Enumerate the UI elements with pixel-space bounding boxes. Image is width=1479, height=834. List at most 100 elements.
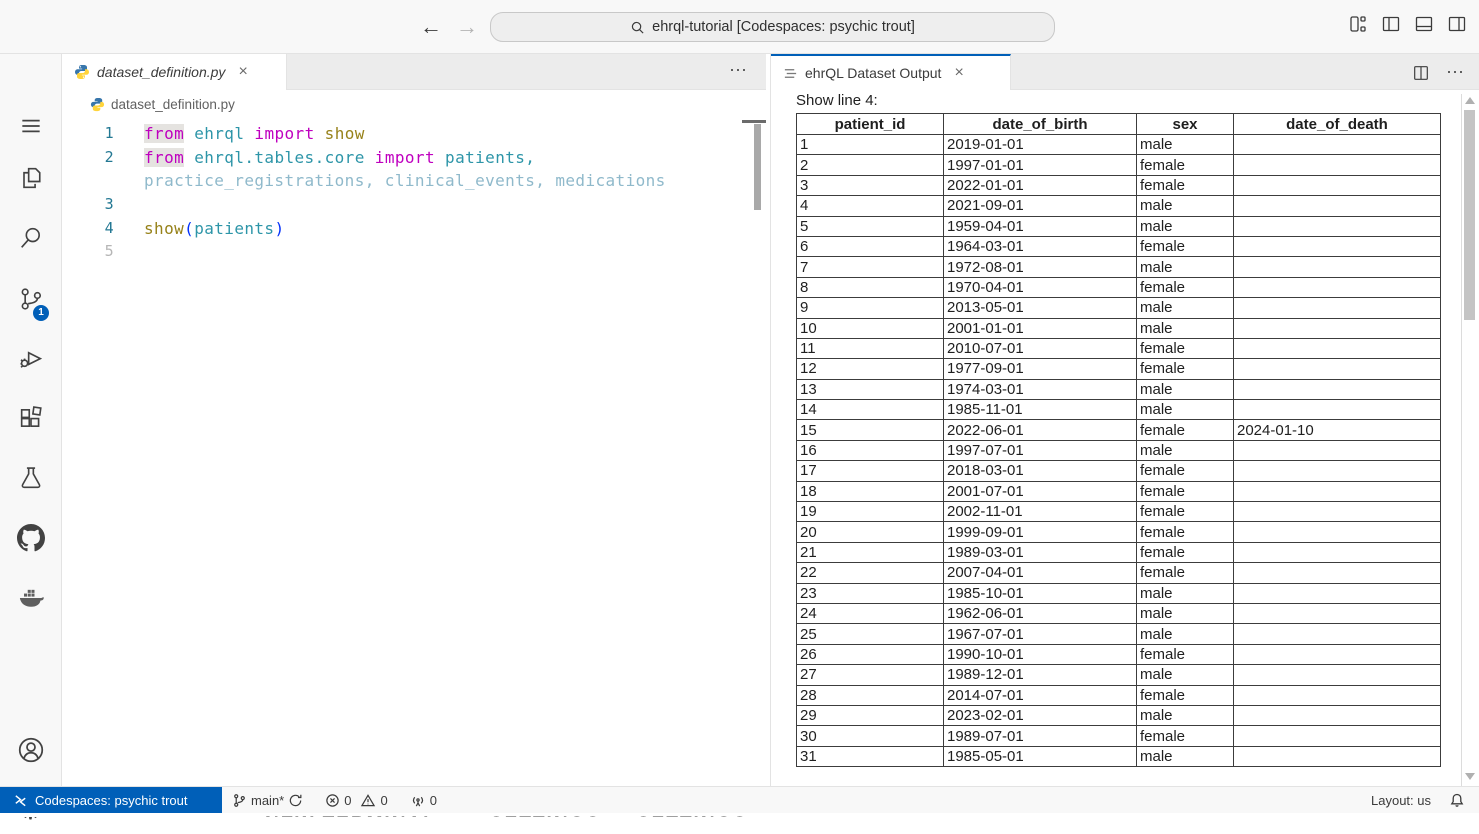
table-cell: female [1137,155,1234,175]
table-cell [1234,685,1441,705]
sidebar-item-github[interactable] [0,514,61,562]
bell-icon[interactable] [1449,792,1465,808]
customize-layout-icon[interactable] [1348,14,1368,34]
code-token: ehrql.tables.core [194,148,365,167]
table-cell: 3 [797,175,944,195]
status-bar: Codespaces: psychic trout main* 0 0 0 La… [0,786,1479,813]
show-line-label: Show line 4: [796,92,1479,111]
table-cell: 1989-03-01 [944,542,1137,562]
sidebar-item-testing[interactable] [0,454,61,502]
table-cell: 2022-01-01 [944,175,1137,195]
output-scrollbar[interactable] [1461,94,1475,786]
output-scrollbar-thumb[interactable] [1464,110,1475,320]
table-cell: 1962-06-01 [944,603,1137,623]
ports-status-item[interactable]: 0 [410,793,437,808]
table-row: 282014-07-01female [797,685,1441,705]
table-cell: male [1137,379,1234,399]
split-editor-icon[interactable] [1412,64,1430,82]
scroll-down-arrow-icon[interactable] [1465,773,1475,780]
close-tab-icon[interactable]: × [238,63,247,81]
table-cell: 5 [797,216,944,236]
table-cell: male [1137,440,1234,460]
table-cell [1234,175,1441,195]
table-cell: 2018-03-01 [944,461,1137,481]
table-row: 251967-07-01male [797,624,1441,644]
editor-more-actions-icon[interactable]: ⋯ [729,60,748,81]
table-cell: male [1137,257,1234,277]
code-editor[interactable]: 1from ehrql import show2from ehrql.table… [62,118,766,786]
tab-label: ehrQL Dataset Output [805,65,941,81]
table-cell: female [1137,685,1234,705]
toggle-secondary-sidebar-icon[interactable] [1447,14,1467,34]
table-cell: male [1137,196,1234,216]
account-button[interactable] [0,726,61,774]
extensions-icon [17,404,45,432]
table-row: 61964-03-01female [797,236,1441,256]
code-token [365,148,375,167]
branch-label: main* [251,793,284,808]
table-cell: 26 [797,644,944,664]
column-header: date_of_death [1234,114,1441,135]
toggle-primary-sidebar-icon[interactable] [1381,14,1401,34]
table-cell [1234,583,1441,603]
table-cell: 23 [797,583,944,603]
table-cell: 27 [797,665,944,685]
sidebar-item-run-debug[interactable] [0,334,61,382]
table-row: 32022-01-01female [797,175,1441,195]
table-cell: male [1137,318,1234,338]
breadcrumb-item: dataset_definition.py [111,97,235,112]
table-cell: female [1137,502,1234,522]
sidebar-item-explorer[interactable] [0,154,61,202]
account-icon [16,735,46,765]
table-cell [1234,665,1441,685]
problems-status-item[interactable]: 0 0 [325,793,387,808]
table-cell: 1985-10-01 [944,583,1137,603]
command-center[interactable]: ehrql-tutorial [Codespaces: psychic trou… [490,12,1055,42]
table-cell: male [1137,705,1234,725]
menu-button[interactable] [0,102,61,150]
table-cell: 1985-05-01 [944,746,1137,766]
line-number: 1 [62,122,114,146]
code-token: patients, [445,148,535,167]
table-cell: 1964-03-01 [944,236,1137,256]
search-icon [630,20,645,35]
table-row: 42021-09-01male [797,196,1441,216]
table-cell [1234,338,1441,358]
table-row: 81970-04-01female [797,277,1441,297]
sync-icon[interactable] [288,793,303,808]
back-arrow-button[interactable]: ← [420,14,442,40]
table-cell: 2010-07-01 [944,338,1137,358]
sidebar-item-source-control[interactable]: 1 [0,275,61,323]
sidebar-item-extensions[interactable] [0,394,61,442]
output-more-actions-icon[interactable]: ⋯ [1446,62,1465,83]
table-cell [1234,359,1441,379]
table-row: 131974-03-01male [797,379,1441,399]
table-cell: 1999-09-01 [944,522,1137,542]
remote-indicator[interactable]: Codespaces: psychic trout [0,787,222,813]
keyboard-layout-item[interactable]: Layout: us [1371,793,1431,808]
tab-ehrql-dataset-output[interactable]: ehrQL Dataset Output × [771,54,1011,90]
tab-dataset-definition[interactable]: dataset_definition.py × [62,54,287,90]
sidebar-item-docker[interactable] [0,574,61,622]
table-row: 172018-03-01female [797,461,1441,481]
code-line: 1from ehrql import show [62,122,766,146]
command-center-label: ehrql-tutorial [Codespaces: psychic trou… [652,19,915,35]
sidebar-item-search[interactable] [0,214,61,262]
table-cell: 1990-10-01 [944,644,1137,664]
table-cell: female [1137,726,1234,746]
breadcrumb[interactable]: dataset_definition.py [62,90,766,118]
toggle-panel-icon[interactable] [1414,14,1434,34]
hamburger-menu-icon [18,113,44,139]
branch-status-item[interactable]: main* [232,793,303,808]
code-token [244,124,254,143]
code-token: ( [184,219,194,238]
scroll-up-arrow-icon[interactable] [1465,97,1475,104]
forward-arrow-button[interactable]: → [456,14,478,40]
table-cell [1234,563,1441,583]
close-tab-icon[interactable]: × [954,64,963,82]
table-cell: 1989-12-01 [944,665,1137,685]
table-row: 311985-05-01male [797,746,1441,766]
editor-scrollbar-thumb[interactable] [754,124,761,210]
table-cell: 4 [797,196,944,216]
table-cell: male [1137,583,1234,603]
